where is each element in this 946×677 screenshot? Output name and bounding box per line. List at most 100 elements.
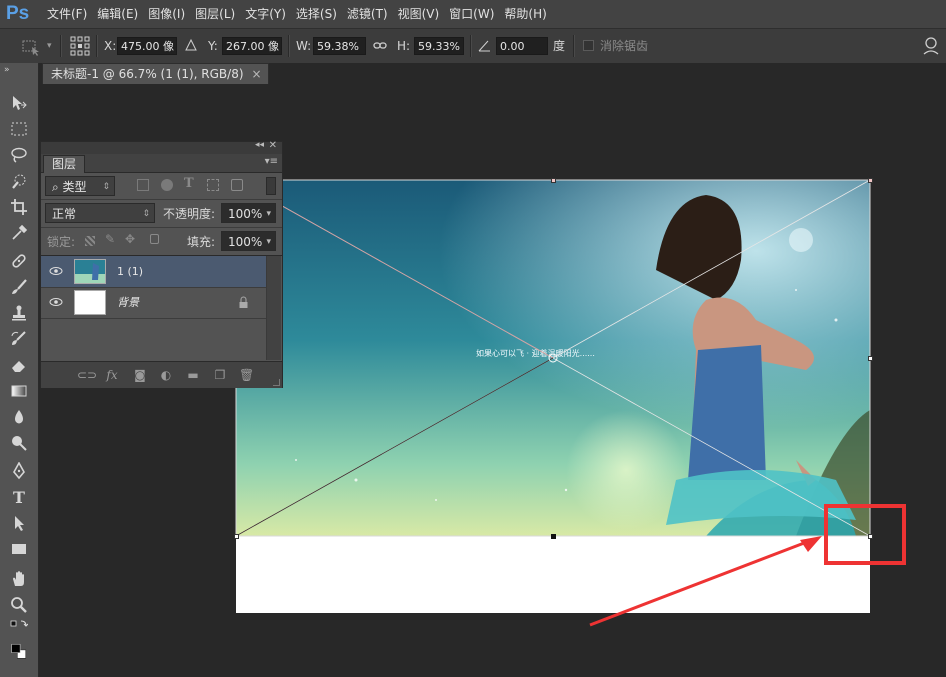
pixel-filter-icon[interactable] bbox=[137, 179, 149, 191]
x-position-field[interactable]: 475.00 像 bbox=[117, 37, 177, 55]
antialias-checkbox[interactable] bbox=[583, 40, 594, 51]
move-tool-icon[interactable] bbox=[8, 93, 30, 113]
menu-image[interactable]: 图像(I) bbox=[143, 0, 190, 28]
eraser-tool-icon[interactable] bbox=[8, 355, 30, 375]
mask-icon[interactable]: ◙ bbox=[133, 368, 147, 382]
toolbox-collapse-icon[interactable]: » bbox=[4, 65, 10, 75]
options-bar: ▾ X: 475.00 像 Y: 267.00 像 W: 59.38% H: 5… bbox=[0, 28, 946, 64]
angle-icon bbox=[478, 29, 492, 63]
clone-stamp-tool-icon[interactable] bbox=[8, 303, 30, 323]
adjustment-icon[interactable]: ◐ bbox=[159, 368, 173, 382]
dodge-tool-icon[interactable] bbox=[8, 433, 30, 453]
layer-thumbnail bbox=[74, 290, 106, 315]
lock-all-icon[interactable] bbox=[150, 234, 159, 244]
fill-label: 填充: bbox=[187, 235, 216, 249]
color-swatches[interactable] bbox=[4, 635, 34, 667]
filter-type-select[interactable]: ⌕ 类型 ⇕ bbox=[45, 176, 115, 196]
y-position-field[interactable]: 267.00 像 bbox=[222, 37, 282, 55]
menu: 文件(F) 编辑(E) 图像(I) 图层(L) 文字(Y) 选择(S) 滤镜(T… bbox=[42, 0, 552, 28]
swap-colors-icon[interactable] bbox=[8, 619, 30, 631]
search-icon: ⌕ bbox=[52, 180, 63, 194]
trash-icon[interactable]: 🗑 bbox=[239, 368, 254, 382]
history-brush-tool-icon[interactable] bbox=[8, 329, 30, 349]
menu-select[interactable]: 选择(S) bbox=[291, 0, 342, 28]
x-label: X: bbox=[104, 39, 117, 53]
h-label: H: bbox=[397, 39, 411, 53]
menu-window[interactable]: 窗口(W) bbox=[444, 0, 499, 28]
menu-help[interactable]: 帮助(H) bbox=[499, 0, 551, 28]
link-proportions-icon[interactable] bbox=[373, 29, 387, 63]
visibility-eye-icon[interactable] bbox=[49, 264, 63, 278]
filter-toggle[interactable] bbox=[266, 177, 276, 195]
blur-tool-icon[interactable] bbox=[8, 407, 30, 427]
document-tab-row: 未标题-1 @ 66.7% (1 (1), RGB/8) × bbox=[38, 63, 946, 84]
healing-brush-tool-icon[interactable] bbox=[8, 251, 30, 271]
height-field[interactable]: 59.33% bbox=[414, 37, 464, 55]
blend-mode-select[interactable]: 正常 ⇕ bbox=[45, 203, 155, 223]
menu-edit[interactable]: 编辑(E) bbox=[92, 0, 143, 28]
menu-bar: Ps 文件(F) 编辑(E) 图像(I) 图层(L) 文字(Y) 选择(S) 滤… bbox=[0, 0, 946, 28]
eyedropper-tool-icon[interactable] bbox=[8, 223, 30, 243]
adjustment-filter-icon[interactable] bbox=[161, 179, 173, 191]
zoom-tool-icon[interactable] bbox=[8, 595, 30, 615]
transform-handle-bottom-left[interactable] bbox=[234, 534, 239, 539]
transform-handle-top-right[interactable] bbox=[868, 178, 873, 183]
delta-icon[interactable] bbox=[185, 29, 197, 63]
type-tool-icon[interactable]: T bbox=[8, 487, 30, 507]
fx-icon[interactable]: fx bbox=[105, 368, 119, 382]
pen-tool-icon[interactable] bbox=[8, 461, 30, 481]
hand-tool-icon[interactable] bbox=[8, 569, 30, 589]
folder-icon[interactable]: ▬ bbox=[186, 368, 200, 382]
layers-panel: ◂◂ ✕ 图层 ▾≡ ⌕ 类型 ⇕ T 正常 ⇕ 不透明度: 100% ▾ 锁定: ✎… bbox=[40, 140, 283, 388]
panel-menu-icon[interactable]: ▾≡ bbox=[265, 156, 278, 167]
link-icon[interactable]: ⊂⊃ bbox=[77, 368, 97, 382]
transform-handle-top-center[interactable] bbox=[551, 178, 556, 183]
document-tab-title: 未标题-1 @ 66.7% (1 (1), RGB/8) bbox=[51, 67, 244, 81]
transform-tool-icon[interactable] bbox=[20, 29, 42, 63]
panel-close-icon[interactable]: ✕ bbox=[269, 140, 277, 151]
tool-preset-chevron-icon[interactable]: ▾ bbox=[47, 29, 52, 63]
shape-filter-icon[interactable] bbox=[207, 179, 219, 191]
lock-transparent-icon[interactable] bbox=[85, 236, 95, 246]
y-label: Y: bbox=[208, 39, 218, 53]
layers-scrollbar[interactable] bbox=[266, 256, 281, 360]
chevron-down-icon: ▾ bbox=[266, 237, 271, 247]
crop-tool-icon[interactable] bbox=[8, 197, 30, 217]
transform-handle-bottom-center[interactable] bbox=[551, 534, 556, 539]
transform-handle-middle-right[interactable] bbox=[868, 356, 873, 361]
layers-tab[interactable]: 图层 bbox=[43, 155, 86, 173]
fill-field[interactable]: 100% ▾ bbox=[221, 231, 276, 251]
menu-filter[interactable]: 滤镜(T) bbox=[342, 0, 393, 28]
quick-selection-tool-icon[interactable] bbox=[8, 171, 30, 191]
rectangle-tool-icon[interactable] bbox=[8, 539, 30, 559]
layer-row-background[interactable]: 背景 bbox=[41, 287, 266, 319]
width-field[interactable]: 59.38% bbox=[313, 37, 366, 55]
visibility-eye-icon[interactable] bbox=[49, 295, 63, 309]
lasso-tool-icon[interactable] bbox=[8, 145, 30, 165]
reference-point-icon[interactable] bbox=[70, 29, 90, 63]
workspace-icon[interactable] bbox=[922, 29, 940, 63]
opacity-field[interactable]: 100% ▾ bbox=[221, 203, 276, 223]
lock-position-icon[interactable]: ✥ bbox=[125, 232, 135, 246]
marquee-tool-icon[interactable] bbox=[8, 119, 30, 139]
type-filter-icon[interactable]: T bbox=[184, 176, 194, 191]
document-tab[interactable]: 未标题-1 @ 66.7% (1 (1), RGB/8) × bbox=[42, 63, 269, 84]
smart-object-filter-icon[interactable] bbox=[231, 179, 243, 191]
menu-view[interactable]: 视图(V) bbox=[393, 0, 445, 28]
menu-layer[interactable]: 图层(L) bbox=[190, 0, 240, 28]
menu-type[interactable]: 文字(Y) bbox=[240, 0, 291, 28]
layer-row-1[interactable]: 1 (1) bbox=[41, 256, 266, 288]
resize-grip[interactable] bbox=[273, 379, 280, 386]
opacity-label: 不透明度: bbox=[163, 207, 216, 221]
rotation-field[interactable]: 0.00 bbox=[496, 37, 548, 55]
lock-pixels-icon[interactable]: ✎ bbox=[105, 232, 115, 246]
panel-collapse-icon[interactable]: ◂◂ bbox=[255, 140, 264, 150]
gradient-tool-icon[interactable] bbox=[8, 381, 30, 401]
path-selection-tool-icon[interactable] bbox=[8, 513, 30, 533]
photoshop-logo: Ps bbox=[6, 3, 30, 24]
brush-tool-icon[interactable] bbox=[8, 277, 30, 297]
new-layer-icon[interactable]: ❐ bbox=[213, 368, 227, 382]
transformed-photo-layer[interactable]: 如果心可以飞 · 迎着温暖阳光...... bbox=[236, 180, 870, 536]
close-tab-icon[interactable]: × bbox=[251, 64, 261, 84]
menu-file[interactable]: 文件(F) bbox=[42, 0, 92, 28]
